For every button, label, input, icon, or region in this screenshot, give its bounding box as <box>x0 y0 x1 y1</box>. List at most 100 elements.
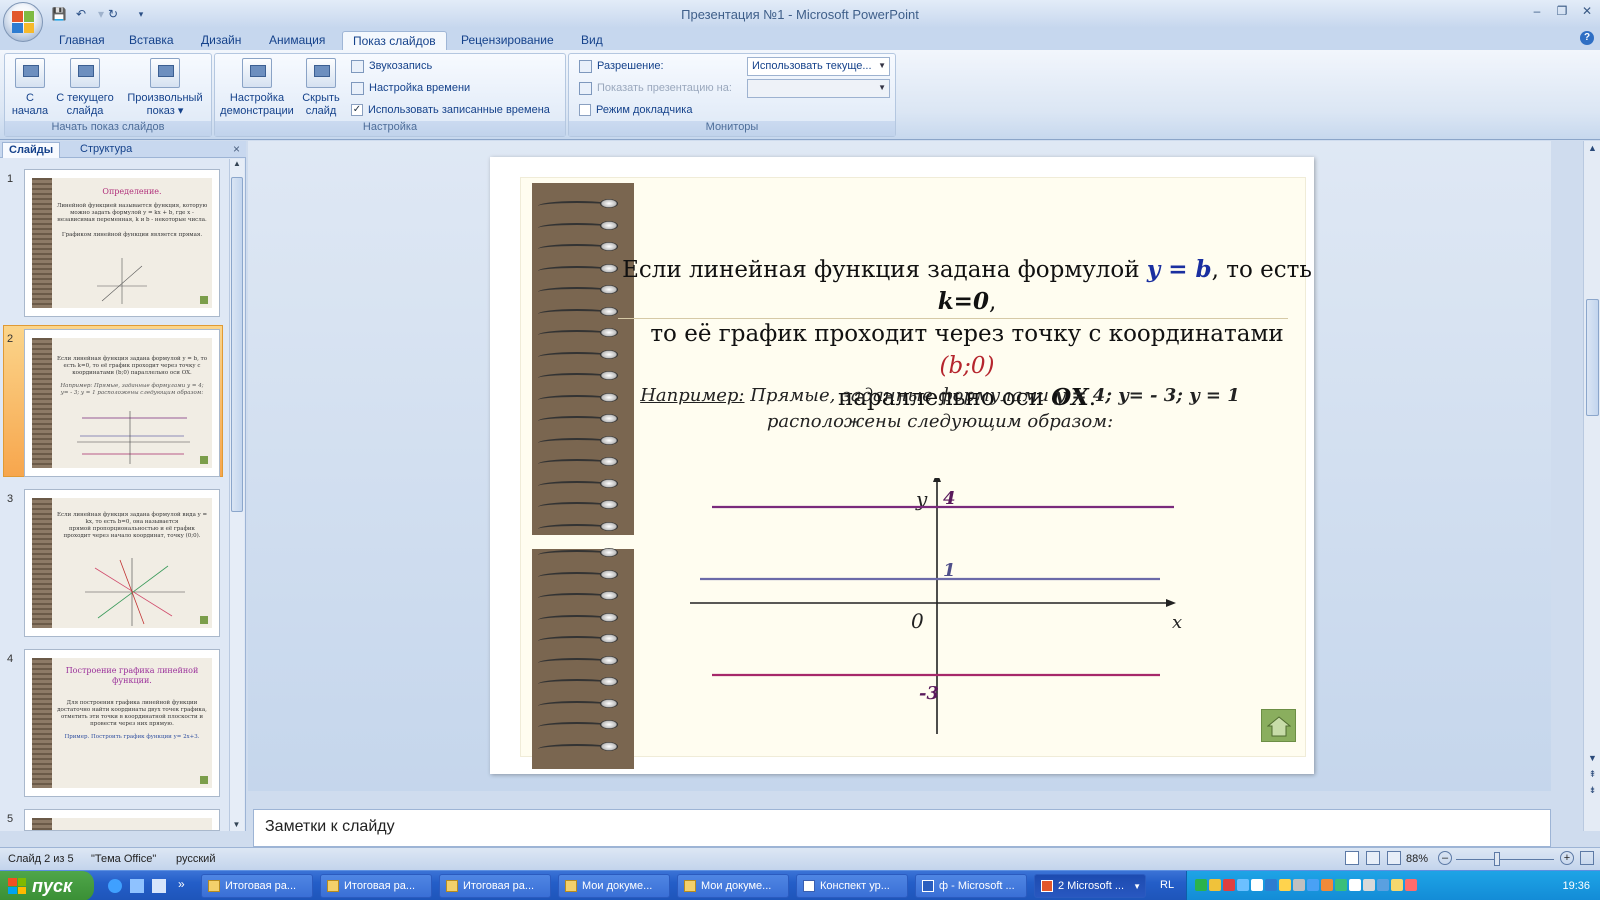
zoom-slider-thumb[interactable] <box>1494 852 1500 866</box>
tab-insert[interactable]: Вставка <box>119 31 184 50</box>
label: Разрешение: <box>597 60 664 72</box>
help-icon[interactable]: ? <box>1580 31 1594 45</box>
tab-slide-show[interactable]: Показ слайдов <box>342 31 447 50</box>
language[interactable]: русский <box>176 853 215 865</box>
pane-scrollbar[interactable]: ▲ ▼ <box>229 159 244 831</box>
tray-icon[interactable] <box>1251 879 1263 891</box>
taskbar-item[interactable]: Итоговая ра... <box>439 874 551 898</box>
app-icon[interactable] <box>152 879 166 893</box>
scroll-thumb[interactable] <box>1586 299 1599 416</box>
scroll-up-icon[interactable]: ▲ <box>230 159 244 168</box>
tray-icon[interactable] <box>1237 879 1249 891</box>
checkbox-icon[interactable]: ✓ <box>351 104 363 116</box>
zoom-out-icon[interactable]: – <box>1438 851 1452 865</box>
scroll-up-icon[interactable]: ▲ <box>1586 143 1599 153</box>
from-beginning-button[interactable]: С начала <box>9 58 51 118</box>
taskbar-item[interactable]: Конспект ур... <box>796 874 908 898</box>
tray-icon[interactable] <box>1321 879 1333 891</box>
tab-review[interactable]: Рецензирование <box>451 31 564 50</box>
status-bar: Слайд 2 из 5 "Тема Office" русский 88% –… <box>0 847 1600 870</box>
hide-slide-button[interactable]: Скрыть слайд <box>297 58 345 118</box>
minimize-icon[interactable]: – <box>1526 4 1548 22</box>
tray-icon[interactable] <box>1363 879 1375 891</box>
group-label: Мониторы <box>569 121 895 136</box>
slide-scrollbar[interactable]: ▲ ▼ ⇞ ⇟ <box>1583 141 1600 831</box>
office-logo-icon <box>12 11 34 33</box>
rehearse-timings-button[interactable]: Настройка времени <box>351 79 470 97</box>
close-icon[interactable]: × <box>233 142 240 156</box>
show-on-select[interactable]: ▼ <box>747 79 890 98</box>
scroll-thumb[interactable] <box>231 177 243 512</box>
spiral-ring <box>538 655 618 668</box>
slide-number: 2 <box>7 333 14 345</box>
tray-icon[interactable] <box>1405 879 1417 891</box>
from-current-slide-button[interactable]: С текущего слайда <box>53 58 117 118</box>
tray-icon[interactable] <box>1195 879 1207 891</box>
language-indicator[interactable]: RL <box>1160 879 1174 891</box>
tray-icon[interactable] <box>1223 879 1235 891</box>
slides-pane: Слайды Структура × 1 Определение. Линейн… <box>0 141 246 831</box>
resolution-select[interactable]: Использовать текуще... ▼ <box>747 57 890 76</box>
slide-thumbnail-2[interactable]: Если линейная функция задана формулой y … <box>24 329 220 477</box>
notes-field[interactable]: Заметки к слайду <box>253 809 1551 847</box>
start-button[interactable]: пуск <box>0 871 94 900</box>
tray-icon[interactable] <box>1265 879 1277 891</box>
tray-icon[interactable] <box>1377 879 1389 891</box>
use-timings-checkbox[interactable]: ✓ Использовать записанные времена <box>351 101 550 119</box>
taskbar-item[interactable]: Мои докуме... <box>677 874 789 898</box>
taskbar-item[interactable]: Мои докуме... <box>558 874 670 898</box>
slide-sorter-icon[interactable] <box>1366 851 1380 865</box>
slide-thumbnail-1[interactable]: Определение. Линейной функцией называетс… <box>24 169 220 317</box>
office-button[interactable] <box>3 2 43 42</box>
taskbar-item[interactable]: ф - Microsoft ... <box>915 874 1027 898</box>
presenter-view-checkbox[interactable]: Режим докладчика <box>579 101 692 119</box>
tab-slides[interactable]: Слайды <box>2 142 61 158</box>
fit-to-window-icon[interactable] <box>1580 851 1594 865</box>
tab-outline[interactable]: Структура <box>74 142 138 158</box>
next-slide-icon[interactable]: ⇟ <box>1586 785 1599 796</box>
taskbar-item[interactable]: Итоговая ра... <box>320 874 432 898</box>
slide-thumbnail-4[interactable]: Построение графика линейной функции. Для… <box>24 649 220 797</box>
home-icon <box>1266 715 1291 736</box>
slide-example-text: Например: Прямые, заданные формулами y =… <box>640 383 1240 435</box>
custom-show-button[interactable]: Произвольный показ ▾ <box>122 58 208 118</box>
slide-thumbnail-5[interactable] <box>24 809 220 831</box>
close-icon[interactable]: ✕ <box>1576 4 1598 22</box>
tab-design[interactable]: Дизайн <box>191 31 251 50</box>
spiral-ring <box>538 435 618 448</box>
slide-thumbnail-3[interactable]: Если линейная функция задана формулой ви… <box>24 489 220 637</box>
tray-icon[interactable] <box>1307 879 1319 891</box>
tray-icon[interactable] <box>1391 879 1403 891</box>
setup-show-button[interactable]: Настройка демонстрации <box>219 58 295 118</box>
desktop-icon[interactable] <box>130 879 144 893</box>
ribbon-tabs: Главная Вставка Дизайн Анимация Показ сл… <box>0 28 1600 50</box>
tab-home[interactable]: Главная <box>49 31 115 50</box>
thumbnail-title: Определение. <box>102 187 162 196</box>
taskbar-item[interactable]: Итоговая ра... <box>201 874 313 898</box>
chevron-right-icon[interactable]: » <box>178 877 185 891</box>
tab-view[interactable]: Вид <box>571 31 613 50</box>
scroll-down-icon[interactable]: ▼ <box>230 820 243 829</box>
taskbar-item[interactable]: 2 Microsoft ... ▼ <box>1034 874 1146 898</box>
tray-icon[interactable] <box>1293 879 1305 891</box>
zoom-level[interactable]: 88% <box>1406 853 1428 865</box>
tab-animation[interactable]: Анимация <box>259 31 335 50</box>
restore-icon[interactable]: ❐ <box>1551 4 1573 22</box>
scroll-down-icon[interactable]: ▼ <box>1586 753 1599 763</box>
ie-icon[interactable] <box>108 879 122 893</box>
previous-slide-icon[interactable]: ⇞ <box>1586 769 1599 780</box>
formula: y = b <box>1146 256 1212 283</box>
zoom-in-icon[interactable]: + <box>1560 851 1574 865</box>
zoom-slider[interactable] <box>1456 859 1554 860</box>
tray-icon[interactable] <box>1209 879 1221 891</box>
home-button[interactable] <box>1261 709 1296 742</box>
tray-icon[interactable] <box>1335 879 1347 891</box>
formula: y = 4; y= - 3; y = 1 <box>1054 385 1240 406</box>
slide-show-view-icon[interactable] <box>1387 851 1401 865</box>
record-narration-button[interactable]: Звукозапись <box>351 57 432 75</box>
powerpoint-icon <box>1041 880 1053 892</box>
tray-icon[interactable] <box>1349 879 1361 891</box>
normal-view-icon[interactable] <box>1345 851 1359 865</box>
tray-icon[interactable] <box>1279 879 1291 891</box>
checkbox-icon[interactable] <box>579 104 591 116</box>
